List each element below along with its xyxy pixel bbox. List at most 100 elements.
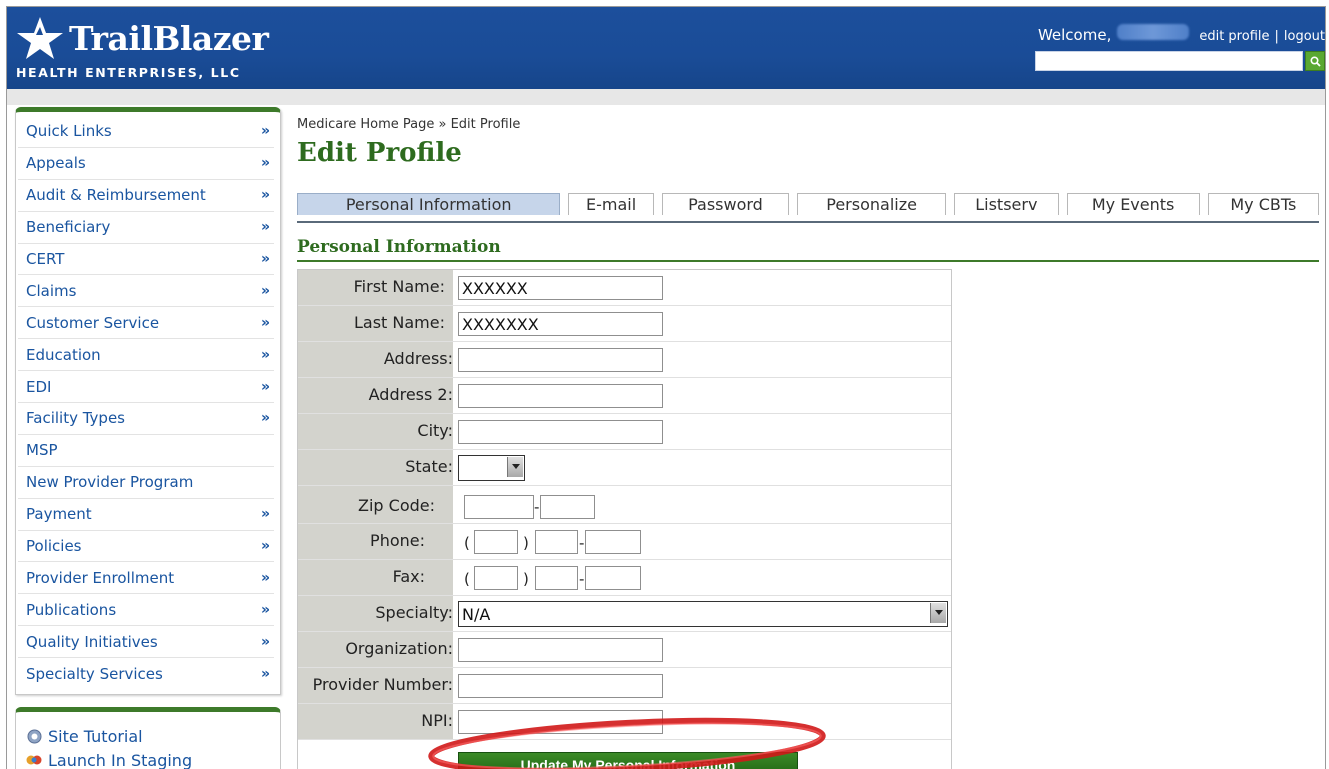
fax-prefix-input[interactable]: [535, 566, 578, 590]
site-search-input[interactable]: [1035, 51, 1303, 71]
address-label: Address:: [383, 349, 453, 368]
phone-label: Phone:: [370, 531, 425, 550]
star-logo-icon: [17, 17, 63, 59]
chevron-down-icon: [930, 603, 946, 623]
phone-prefix-input[interactable]: [535, 530, 578, 554]
last-name-input[interactable]: XXXXXXX: [458, 312, 663, 336]
tab-my-cbts[interactable]: My CBTs: [1207, 193, 1319, 215]
tab-my-events[interactable]: My Events: [1066, 193, 1200, 215]
double-chevron-right-icon: »: [260, 314, 270, 331]
search-button[interactable]: [1305, 51, 1325, 71]
sidebar-item-payment[interactable]: Payment »: [18, 499, 274, 531]
sidebar-item-label: CERT: [26, 250, 65, 268]
link-separator: |: [1274, 29, 1279, 44]
fax-open-paren: (: [464, 570, 470, 588]
provider-number-row: Provider Number:: [298, 668, 951, 704]
sidebar-item-label: MSP: [26, 441, 58, 460]
sidebar-item-label: Claims: [26, 281, 77, 300]
sidebar-item-label: Publications: [26, 600, 117, 619]
help-circle-icon: [26, 728, 42, 744]
first-name-row: First Name: XXXXXX: [298, 270, 951, 306]
double-chevron-right-icon: »: [260, 155, 270, 172]
state-select[interactable]: [458, 455, 525, 481]
sidebar-item-specialty-services[interactable]: Specialty Services »: [18, 658, 274, 690]
edit-profile-link[interactable]: edit profile: [1199, 29, 1269, 44]
phone-line-input[interactable]: [585, 530, 641, 554]
sidebar-item-publications[interactable]: Publications »: [18, 594, 274, 627]
sidebar-item-appeals[interactable]: Appeals »: [18, 148, 274, 180]
state-label: State:: [405, 457, 453, 476]
site-tutorial-link[interactable]: Site Tutorial: [26, 724, 280, 748]
address2-input[interactable]: [458, 384, 663, 408]
sidebar-item-edi[interactable]: EDI »: [18, 371, 274, 404]
sidebar-item-quick-links[interactable]: Quick Links »: [18, 116, 274, 148]
city-input[interactable]: [458, 420, 663, 444]
trailblazer-logo[interactable]: TrailBlazer HEALTH ENTERPRISES, LLC: [13, 13, 273, 85]
address-input[interactable]: [458, 348, 663, 372]
logout-link[interactable]: logout: [1284, 29, 1325, 44]
user-bar: Welcome, edit profile | logout: [1038, 24, 1325, 44]
sidebar-nav-list: Quick Links» Appeals» Audit & Reimbursemen…: [16, 112, 280, 690]
sidebar-item-label: Quick Links: [26, 122, 112, 141]
tab-personalize[interactable]: Personalize: [797, 193, 947, 215]
section-title: Personal Information: [297, 237, 1319, 262]
update-personal-info-button[interactable]: Update My Personal Information: [458, 752, 798, 769]
sidebar-item-education[interactable]: Education »: [18, 339, 274, 372]
sidebar-nav: Quick Links» Appeals» Audit & Reimbursemen…: [15, 107, 281, 695]
sidebar-item-label: EDI: [26, 377, 52, 396]
sidebar-item-audit-reimbursement[interactable]: Audit & Reimbursement »: [18, 180, 274, 212]
breadcrumb[interactable]: Medicare Home Page » Edit Profile: [297, 117, 520, 132]
search-icon: [1309, 55, 1321, 67]
chevron-down-icon: [507, 457, 523, 477]
zip-ext-input[interactable]: [540, 495, 595, 519]
tab-listserv[interactable]: Listserv: [954, 193, 1059, 215]
page-title: Edit Profile: [297, 138, 462, 168]
sidebar-item-cert[interactable]: CERT »: [18, 244, 274, 276]
double-chevron-right-icon: »: [260, 569, 270, 586]
phone-area-input[interactable]: [474, 530, 518, 554]
fax-line-input[interactable]: [585, 566, 641, 590]
sidebar-item-msp[interactable]: MSP: [18, 435, 274, 467]
last-name-row: Last Name: XXXXXXX: [298, 306, 951, 342]
sidebar-item-policies[interactable]: Policies »: [18, 531, 274, 563]
zip-label: Zip Code:: [358, 496, 435, 515]
sidebar-item-label: Payment: [26, 505, 92, 524]
sidebar-item-label: Quality Initiatives: [26, 632, 158, 651]
organization-input[interactable]: [458, 638, 663, 662]
sidebar-item-beneficiary[interactable]: Beneficiary »: [18, 212, 274, 244]
sidebar-item-claims[interactable]: Claims »: [18, 275, 274, 308]
sidebar-item-quality-initiatives[interactable]: Quality Initiatives »: [18, 626, 274, 659]
sidebar-item-label: Provider Enrollment: [26, 568, 175, 587]
launch-staging-link[interactable]: Launch In Staging: [26, 748, 280, 769]
welcome-text: Welcome,: [1037, 26, 1112, 44]
phone-open-paren: (: [464, 534, 470, 552]
specialty-row: Specialty: N/A: [298, 596, 951, 632]
address2-label: Address 2:: [368, 385, 453, 404]
site-tutorial-label: Site Tutorial: [48, 726, 143, 746]
npi-row: NPI:: [298, 704, 951, 740]
provider-number-input[interactable]: [458, 674, 663, 698]
sidebar-item-label: Customer Service: [26, 313, 160, 332]
sidebar-item-facility-types[interactable]: Facility Types »: [18, 403, 274, 435]
double-chevron-right-icon: »: [260, 666, 270, 683]
specialty-select[interactable]: N/A: [458, 601, 948, 627]
tab-e-mail[interactable]: E-mail: [568, 193, 654, 215]
double-chevron-right-icon: »: [260, 187, 270, 204]
zip-input[interactable]: [464, 495, 534, 519]
form-actions: Update My Personal Information: [298, 740, 951, 769]
sidebar-item-provider-enrollment[interactable]: Provider Enrollment »: [18, 562, 274, 595]
sidebar-item-customer-service[interactable]: Customer Service »: [18, 307, 274, 340]
tab-personal-information[interactable]: Personal Information: [297, 193, 561, 215]
npi-input[interactable]: [458, 710, 663, 734]
zip-dash: -: [534, 498, 540, 516]
first-name-input[interactable]: XXXXXX: [458, 276, 663, 300]
sidebar-item-label: New Provider Program: [26, 473, 194, 492]
organization-row: Organization:: [298, 632, 951, 668]
sidebar-item-label: Beneficiary: [26, 218, 111, 237]
fax-area-input[interactable]: [474, 566, 518, 590]
sidebar-item-new-provider-program[interactable]: New Provider Program: [18, 467, 274, 499]
site-header: TrailBlazer HEALTH ENTERPRISES, LLC Welc…: [7, 7, 1325, 89]
tab-password[interactable]: Password: [661, 193, 790, 215]
specialty-selected-value: N/A: [462, 604, 491, 624]
profile-tabs: Personal Information E-mail Password Person…: [297, 193, 1319, 223]
